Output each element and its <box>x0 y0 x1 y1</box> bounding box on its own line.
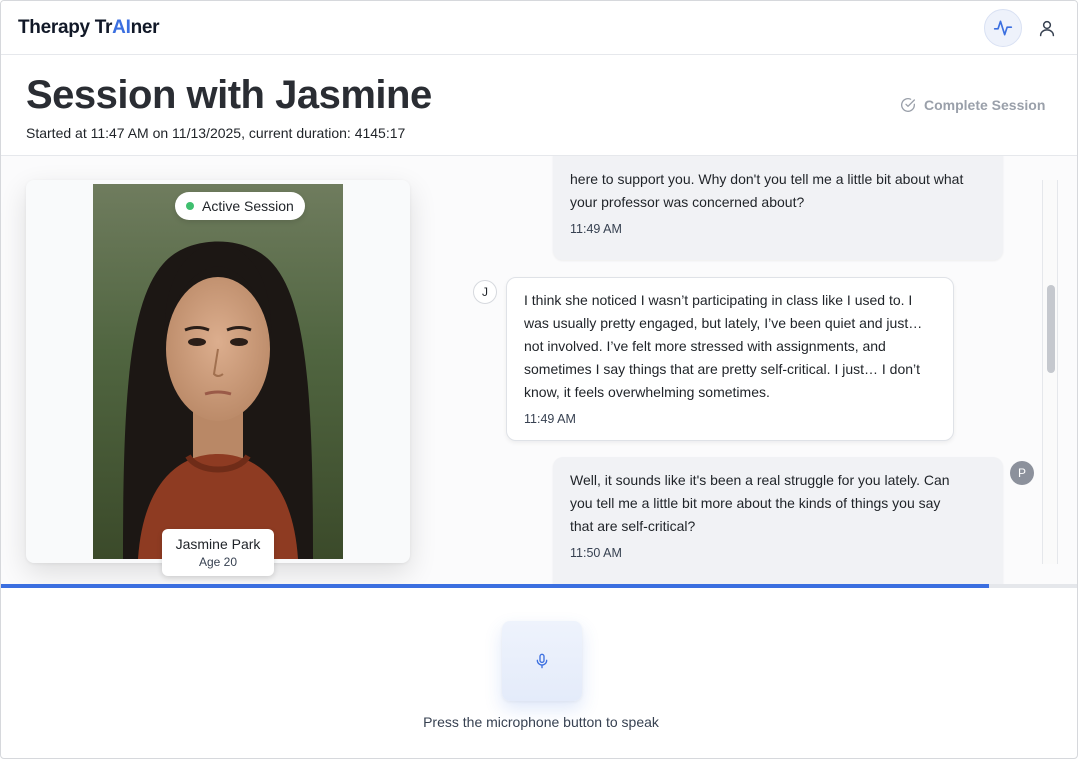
microphone-hint: Press the microphone button to speak <box>423 714 659 730</box>
logo-text-prefix: Therapy Tr <box>18 17 113 38</box>
client-chat-avatar: J <box>473 280 497 304</box>
client-age: Age 20 <box>198 555 238 569</box>
session-progress-fill <box>1 584 989 588</box>
complete-session-label: Complete Session <box>924 97 1046 113</box>
logo-text-accent: AI <box>112 17 131 38</box>
session-main-area: Active Session Jasmine Park Age 20 here … <box>1 156 1077 584</box>
microphone-button[interactable] <box>502 621 582 701</box>
message-line: was usually pretty engaged, but lately, … <box>524 315 923 331</box>
top-navigation-bar: Therapy TrAIner <box>1 1 1077 55</box>
client-portrait <box>93 184 343 559</box>
complete-session-button[interactable]: Complete Session <box>900 95 1045 115</box>
chat-scrollbar[interactable] <box>1042 180 1058 564</box>
message-line: Well, it sounds like it's been a real st… <box>570 472 950 488</box>
status-dot-icon <box>186 202 194 210</box>
message-line: not involved. I’ve felt more stressed wi… <box>524 338 886 354</box>
session-info: Started at 11:47 AM on 11/13/2025, curre… <box>26 125 406 141</box>
app-window: Therapy TrAIner Session with Jasmine Sta… <box>0 0 1078 759</box>
message-time: 11:49 AM <box>570 222 622 236</box>
session-progress-bar <box>1 584 1077 588</box>
active-session-label: Active Session <box>202 198 294 214</box>
user-profile-button[interactable] <box>1034 14 1060 42</box>
message-line: sometimes I say things that are pretty s… <box>524 361 921 377</box>
chat-transcript[interactable]: here to support you. Why don't you tell … <box>461 156 1041 584</box>
microphone-icon <box>536 653 548 669</box>
chat-message-therapist: Well, it sounds like it's been a real st… <box>553 457 1003 584</box>
client-name-card: Jasmine Park Age 20 <box>162 529 274 576</box>
message-line: know, it feels overwhelming sometimes. <box>524 384 770 400</box>
activity-button[interactable] <box>984 9 1022 47</box>
message-line: you tell me a little bit more about the … <box>570 495 941 511</box>
session-header: Session with Jasmine Started at 11:47 AM… <box>1 55 1077 156</box>
chat-scrollbar-thumb[interactable] <box>1047 285 1055 373</box>
message-line: here to support you. Why don't you tell … <box>570 171 964 187</box>
message-line: that are self-critical? <box>570 518 696 534</box>
user-icon <box>1039 20 1055 37</box>
message-line: I think she noticed I wasn’t participati… <box>524 292 913 308</box>
message-time: 11:49 AM <box>524 412 576 426</box>
active-session-badge: Active Session <box>175 192 305 220</box>
client-name: Jasmine Park <box>175 536 261 552</box>
activity-icon <box>993 20 1013 36</box>
client-portrait-image <box>93 184 343 559</box>
message-line: your professor was concerned about? <box>570 194 805 210</box>
therapist-chat-avatar: P <box>1010 461 1034 485</box>
client-avatar-card: Active Session <box>26 180 410 563</box>
message-time: 11:50 AM <box>570 546 622 560</box>
chat-message-client: I think she noticed I wasn’t participati… <box>506 277 954 441</box>
page-title: Session with Jasmine <box>26 73 432 117</box>
chat-message-therapist: here to support you. Why don't you tell … <box>553 156 1003 260</box>
logo-text-suffix: ner <box>130 17 160 38</box>
app-logo[interactable]: Therapy TrAIner <box>18 17 160 39</box>
check-circle-icon <box>901 98 915 112</box>
